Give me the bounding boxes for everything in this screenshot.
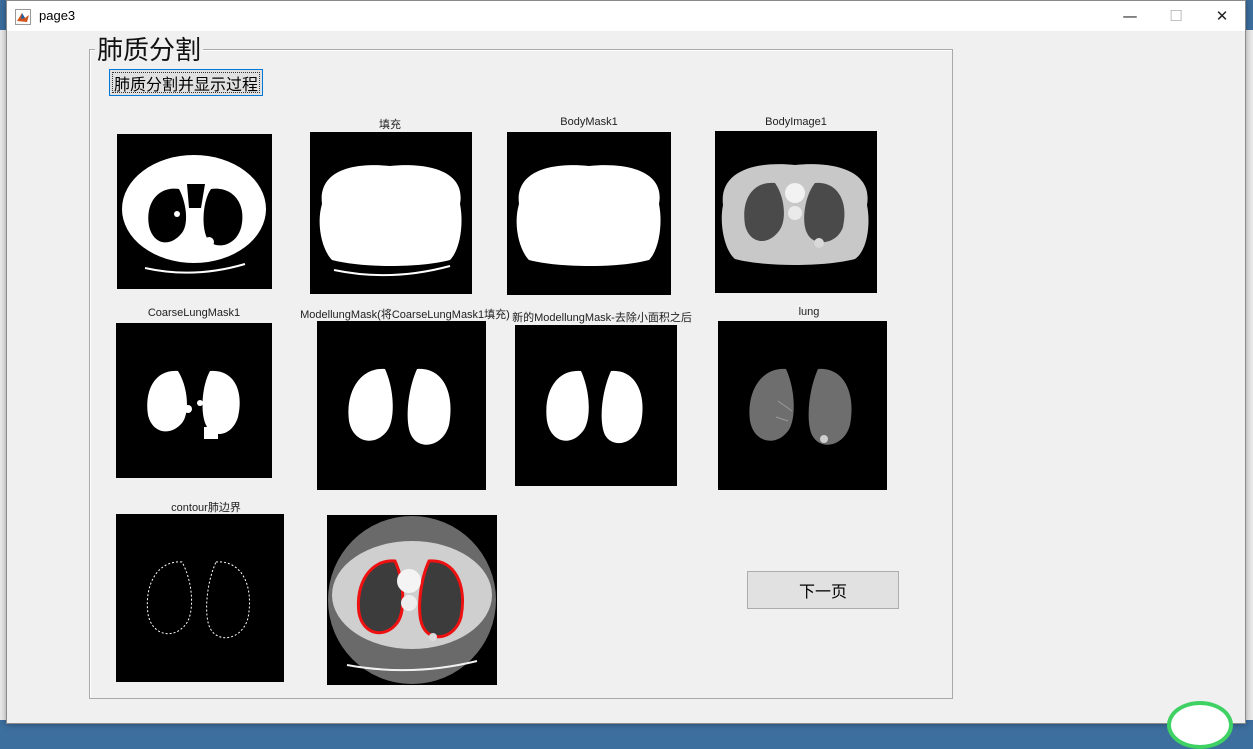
title-bar[interactable]: page3 — ☐ ✕ — [7, 1, 1245, 31]
axes-title-modellungmask: ModellungMask(将CoarseLungMask1填充) — [300, 309, 510, 321]
axes-coarselungmask1 — [116, 323, 272, 478]
maximize-button[interactable]: ☐ — [1153, 1, 1199, 31]
matlab-icon — [15, 9, 31, 25]
axes-bodyimage1 — [715, 131, 877, 293]
axes-title-coarselungmask1: CoarseLungMask1 — [147, 307, 241, 319]
axes-bodymask1 — [507, 132, 671, 295]
window-title: page3 — [39, 8, 76, 23]
axes-title-lung: lung — [798, 306, 820, 318]
axes-title-bodymask1: BodyMask1 — [560, 116, 618, 128]
axes-new-modellungmask — [515, 325, 677, 486]
close-button[interactable]: ✕ — [1199, 1, 1245, 31]
next-page-button[interactable]: 下一页 — [747, 571, 899, 609]
axes-title-new-modellungmask: 新的ModellungMask-去除小面积之后 — [512, 312, 692, 324]
axes-title-fill: 填充 — [379, 119, 401, 131]
floating-widget[interactable] — [1167, 701, 1233, 749]
axes-overlay-contour — [327, 515, 497, 685]
axes-title-contour: contour肺边界 — [171, 502, 241, 514]
axes-lung — [718, 321, 887, 490]
axes-modellungmask — [317, 321, 486, 490]
panel-title: 肺质分割 — [95, 35, 204, 67]
minimize-button[interactable]: — — [1107, 1, 1153, 31]
segment-and-show-button[interactable]: 肺质分割并显示过程 — [109, 69, 263, 96]
axes-coarse-threshold — [117, 134, 272, 289]
axes-contour — [116, 514, 284, 682]
axes-title-bodyimage1: BodyImage1 — [765, 116, 827, 128]
axes-fill — [310, 132, 472, 294]
figure-window: page3 — ☐ ✕ 肺质分割 肺质分割并显示过程 填充 BodyMask1 … — [6, 0, 1246, 724]
